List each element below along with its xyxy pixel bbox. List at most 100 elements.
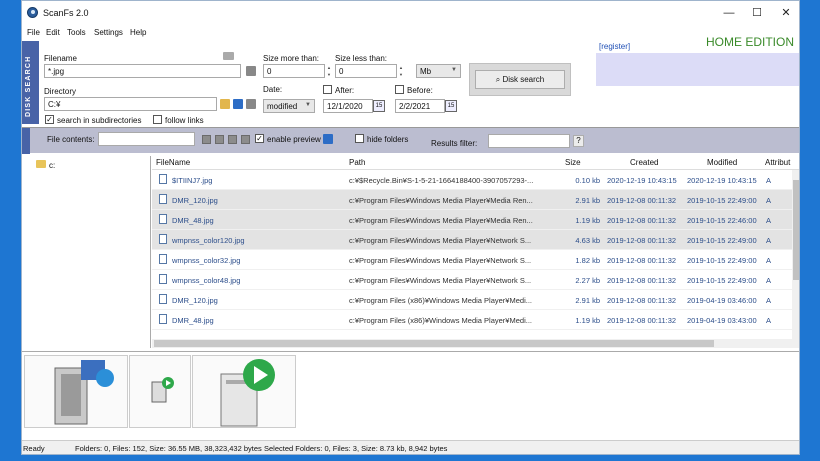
close-button[interactable]: ✕ — [772, 1, 799, 25]
help-button[interactable]: ? — [573, 135, 584, 147]
table-row[interactable]: $ITIINJ7.jpg c:¥$Recycle.Bin¥S-1-5-21-166… — [152, 170, 792, 190]
disk-search-tab[interactable]: DISK SEARCH — [22, 41, 39, 124]
dropdown-icon[interactable] — [233, 99, 243, 109]
folder-browse-icon[interactable] — [220, 99, 230, 109]
menu-tools[interactable]: Tools — [67, 28, 86, 37]
after-label: After: — [335, 86, 355, 95]
cell-created: 2019-12-08 00:11:32 — [607, 236, 677, 245]
after-checkbox[interactable] — [323, 85, 332, 94]
register-link[interactable]: [register] — [599, 42, 630, 51]
menu-edit[interactable]: Edit — [46, 28, 60, 37]
col-path[interactable]: Path — [349, 158, 365, 167]
match-case-icon[interactable] — [202, 135, 211, 144]
cell-created: 2019-12-08 00:11:32 — [607, 316, 677, 325]
cell-filename: DMR_120.jpg — [172, 196, 218, 205]
tree-root-c[interactable]: c: — [49, 161, 55, 170]
edition-label: HOME EDITION — [706, 35, 795, 49]
filter-bar: File contents: ✓ enable preview hide fol… — [22, 127, 799, 154]
hide-folders-checkbox[interactable] — [355, 134, 364, 143]
preview-thumb-2[interactable] — [129, 355, 191, 428]
search-button-frame: ⌕ Disk search — [469, 63, 571, 96]
table-row[interactable]: wmpnss_color32.jpg c:¥Program Files¥Windo… — [152, 250, 792, 270]
preview-thumb-1[interactable] — [24, 355, 128, 428]
cell-created: 2020-12-19 10:43:15 — [607, 176, 677, 185]
table-row[interactable]: DMR_48.jpg c:¥Program Files¥Windows Media… — [152, 210, 792, 230]
size-more-input[interactable]: 0 — [263, 64, 325, 78]
menu-file[interactable]: File — [27, 28, 40, 37]
preview-thumb-3[interactable] — [192, 355, 296, 428]
regex-icon[interactable] — [228, 135, 237, 144]
cell-size: 2.27 kb — [575, 276, 600, 285]
disk-search-button[interactable]: ⌕ Disk search — [475, 70, 565, 89]
filename-input[interactable]: *.jpg — [44, 64, 241, 78]
size-more-spinner[interactable]: ▲ ▼ — [326, 64, 332, 78]
table-row[interactable]: DMR_120.jpg c:¥Program Files¥Windows Medi… — [152, 190, 792, 210]
menu-settings[interactable]: Settings — [94, 28, 123, 37]
table-row[interactable]: DMR_120.jpg c:¥Program Files (x86)¥Window… — [152, 290, 792, 310]
cell-filename: DMR_48.jpg — [172, 216, 214, 225]
cell-filename: DMR_48.jpg — [172, 316, 214, 325]
cell-path: c:¥Program Files (x86)¥Windows Media Pla… — [349, 316, 532, 325]
after-date-input[interactable]: 12/1/2020 — [323, 99, 373, 113]
col-created[interactable]: Created — [630, 158, 658, 167]
table-row[interactable]: wmpnss_color120.jpg c:¥Program Files¥Wind… — [152, 230, 792, 250]
size-unit-select[interactable]: Mb ▼ — [416, 64, 461, 78]
before-checkbox[interactable] — [395, 85, 404, 94]
whole-word-icon[interactable] — [215, 135, 224, 144]
col-filename[interactable]: FileName — [156, 158, 190, 167]
table-row[interactable]: wmpnss_color48.jpg c:¥Program Files¥Windo… — [152, 270, 792, 290]
cell-created: 2019-12-08 00:11:32 — [607, 216, 677, 225]
cell-attributes: A — [766, 316, 772, 325]
calendar-icon[interactable]: 15 — [445, 100, 457, 112]
date-mode-value: modified — [267, 102, 298, 111]
size-less-label: Size less than: — [335, 54, 388, 63]
size-less-spinner[interactable]: ▲ ▼ — [398, 64, 404, 78]
before-date-input[interactable]: 2/2/2021 — [395, 99, 445, 113]
cell-filename: $ITIINJ7.jpg — [172, 176, 213, 185]
size-less-input[interactable]: 0 — [335, 64, 397, 78]
cell-filename: wmpnss_color48.jpg — [172, 276, 241, 285]
hide-folders-label: hide folders — [367, 135, 409, 144]
enable-preview-checkbox[interactable]: ✓ — [255, 134, 264, 143]
file-image-icon — [159, 214, 167, 224]
vertical-scrollbar[interactable] — [792, 170, 799, 348]
size-unit-value: Mb — [420, 67, 432, 76]
cell-path: c:¥Program Files¥Windows Media Player¥Me… — [349, 196, 533, 205]
scrollbar-thumb[interactable] — [154, 340, 714, 347]
file-image-icon — [159, 314, 167, 324]
file-contents-input[interactable] — [98, 132, 195, 146]
results-filter-label: Results filter: — [431, 139, 478, 148]
menu-help[interactable]: Help — [130, 28, 146, 37]
results-filter-input[interactable] — [488, 134, 570, 148]
scrollbar-thumb[interactable] — [793, 180, 799, 280]
directory-input[interactable]: C:¥ — [44, 97, 217, 111]
disk-search-button-label: Disk search — [502, 75, 545, 84]
list-icon-2[interactable] — [246, 99, 256, 109]
status-selected: Selected Folders: 0, Files: 3, Size: 8.7… — [264, 444, 448, 453]
col-attributes[interactable]: Attribut — [765, 158, 790, 167]
horizontal-scrollbar[interactable] — [152, 339, 792, 348]
file-image-icon — [159, 234, 167, 244]
preview-options-icon[interactable] — [323, 134, 333, 144]
calendar-icon[interactable]: 15 — [373, 100, 385, 112]
binary-icon[interactable] — [241, 135, 250, 144]
network-server-large-icon — [220, 359, 275, 427]
enable-preview-label: enable preview — [267, 135, 321, 144]
keyboard-icon[interactable] — [223, 52, 234, 60]
before-label: Before: — [407, 86, 433, 95]
col-size[interactable]: Size — [565, 158, 581, 167]
table-row[interactable]: DMR_48.jpg c:¥Program Files (x86)¥Windows… — [152, 310, 792, 330]
search-subdirs-checkbox[interactable]: ✓ — [45, 115, 54, 124]
cell-path: c:¥Program Files (x86)¥Windows Media Pla… — [349, 296, 532, 305]
date-mode-select[interactable]: modified ▼ — [263, 99, 315, 113]
col-modified[interactable]: Modified — [707, 158, 737, 167]
minimize-button[interactable]: — — [715, 1, 743, 25]
cell-filename: DMR_120.jpg — [172, 296, 218, 305]
cell-attributes: A — [766, 176, 772, 185]
list-icon[interactable] — [246, 66, 256, 76]
network-server-small-icon — [151, 377, 174, 403]
maximize-button[interactable]: ☐ — [743, 1, 771, 25]
cell-modified: 2019-10-15 22:46:00 — [687, 216, 757, 225]
cell-modified: 2019-10-15 22:49:00 — [687, 196, 757, 205]
follow-links-checkbox[interactable] — [153, 115, 162, 124]
